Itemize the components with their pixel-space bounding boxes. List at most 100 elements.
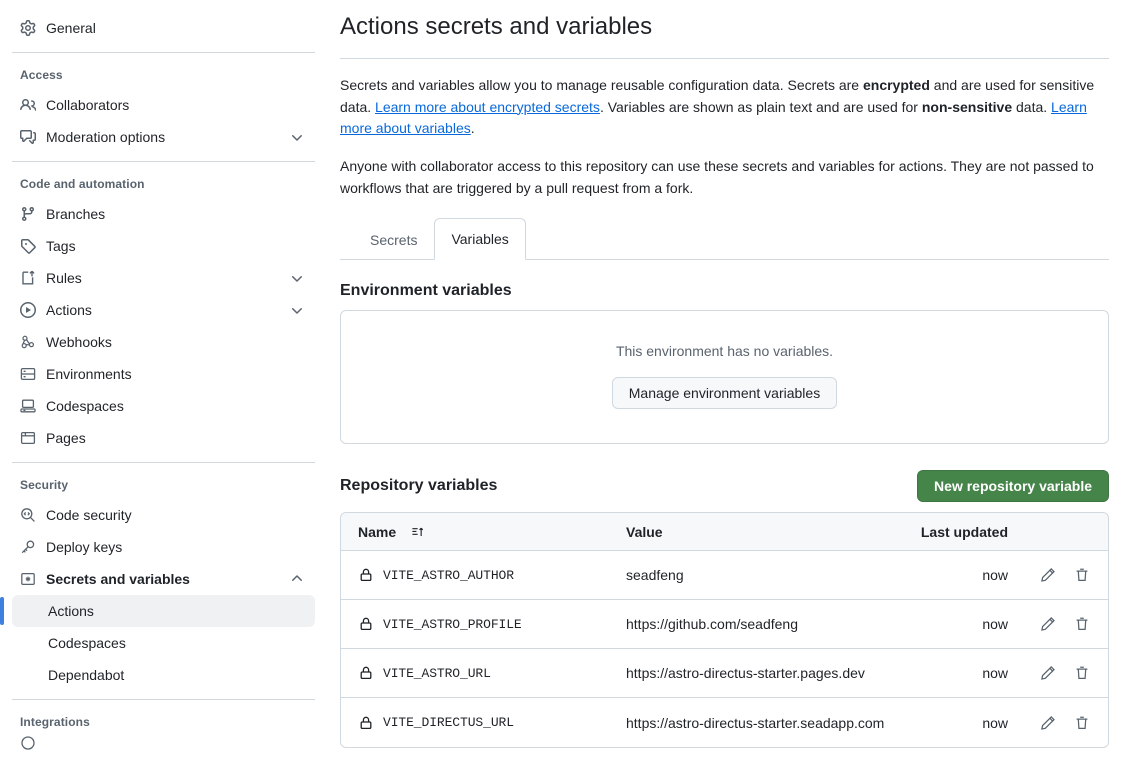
table-row: VITE_DIRECTUS_URL https://astro-directus… xyxy=(341,698,1108,747)
browser-icon xyxy=(20,430,36,446)
variable-name-cell: VITE_ASTRO_URL xyxy=(341,665,626,681)
environment-variables-title: Environment variables xyxy=(340,282,1109,300)
intro-text-5: . xyxy=(471,120,475,136)
sidebar-item-deploy-keys[interactable]: Deploy keys xyxy=(12,531,315,563)
sidebar-divider xyxy=(12,462,315,463)
variable-name-cell: VITE_ASTRO_AUTHOR xyxy=(341,567,626,583)
sidebar-divider xyxy=(12,161,315,162)
sidebar-item-label: Rules xyxy=(46,268,279,288)
repository-variables-table: Name Value Last updated VITE_ASTRO_AUTHO… xyxy=(340,512,1109,748)
sidebar-item-secrets-and-variables[interactable]: Secrets and variables xyxy=(12,563,315,595)
sidebar-subitem-codespaces[interactable]: Codespaces xyxy=(12,627,315,659)
sidebar-item-branches[interactable]: Branches xyxy=(12,198,315,230)
comment-discussion-icon xyxy=(20,129,36,145)
new-repository-variable-button[interactable]: New repository variable xyxy=(917,470,1109,502)
pencil-icon[interactable] xyxy=(1040,715,1056,731)
rules-icon xyxy=(20,270,36,286)
sidebar-item-collaborators[interactable]: Collaborators xyxy=(12,89,315,121)
variable-name: VITE_DIRECTUS_URL xyxy=(383,715,514,730)
sidebar-item-label: Code security xyxy=(46,505,307,525)
manage-environment-variables-button[interactable]: Manage environment variables xyxy=(612,377,837,409)
variable-last-updated: now xyxy=(888,616,1008,632)
sidebar-item-codespaces[interactable]: Codespaces xyxy=(12,390,315,422)
settings-page: General Access Collaborators Moderation … xyxy=(0,0,1129,758)
sidebar-item-actions[interactable]: Actions xyxy=(12,294,315,326)
title-divider xyxy=(340,58,1109,59)
codescan-icon xyxy=(20,507,36,523)
tab-variables[interactable]: Variables xyxy=(434,218,525,260)
sidebar-item-label: Actions xyxy=(46,300,279,320)
variable-name: VITE_ASTRO_PROFILE xyxy=(383,617,522,632)
variable-name-cell: VITE_DIRECTUS_URL xyxy=(341,715,626,731)
secrets-variables-tablist: Secrets Variables xyxy=(340,219,1109,260)
learn-more-encrypted-secrets-link[interactable]: Learn more about encrypted secrets xyxy=(375,99,600,115)
page-title: Actions secrets and variables xyxy=(340,12,1109,42)
sidebar-subitem-label: Dependabot xyxy=(48,667,124,683)
sidebar-item-label: Deploy keys xyxy=(46,537,307,557)
lock-icon xyxy=(358,715,374,731)
chevron-down-icon[interactable] xyxy=(289,302,305,318)
environment-variables-empty-state: This environment has no variables. Manag… xyxy=(340,310,1109,444)
sidebar-item-label: Moderation options xyxy=(46,127,279,147)
sidebar-item-label: Webhooks xyxy=(46,332,307,352)
trash-icon[interactable] xyxy=(1074,715,1090,731)
sort-asc-icon[interactable] xyxy=(411,525,425,539)
sidebar-section-code-and-automation: Code and automation xyxy=(12,170,315,198)
variable-last-updated: now xyxy=(888,665,1008,681)
sidebar-subitem-dependabot[interactable]: Dependabot xyxy=(12,659,315,691)
chevron-up-icon[interactable] xyxy=(289,571,305,587)
play-circle-icon xyxy=(20,302,36,318)
table-row: VITE_ASTRO_AUTHOR seadfeng now xyxy=(341,551,1108,600)
sidebar-section-access: Access xyxy=(12,61,315,89)
tag-icon xyxy=(20,238,36,254)
variable-name: VITE_ASTRO_AUTHOR xyxy=(383,568,514,583)
chevron-down-icon[interactable] xyxy=(289,270,305,286)
variable-last-updated: now xyxy=(888,567,1008,583)
sidebar-item-label: Secrets and variables xyxy=(46,569,279,589)
intro-text-4: data. xyxy=(1012,99,1051,115)
intro-bold-encrypted: encrypted xyxy=(863,77,930,93)
row-actions xyxy=(1008,665,1108,681)
sidebar-item-rules[interactable]: Rules xyxy=(12,262,315,294)
trash-icon[interactable] xyxy=(1074,567,1090,583)
variable-value: https://github.com/seadfeng xyxy=(626,616,888,632)
lock-icon xyxy=(358,616,374,632)
table-row: VITE_ASTRO_PROFILE https://github.com/se… xyxy=(341,600,1108,649)
sidebar-section-security: Security xyxy=(12,471,315,499)
sidebar-item-moderation-options[interactable]: Moderation options xyxy=(12,121,315,153)
collaborator-note: Anyone with collaborator access to this … xyxy=(340,156,1109,199)
sidebar-item-label: Collaborators xyxy=(46,95,307,115)
sidebar-item-environments[interactable]: Environments xyxy=(12,358,315,390)
sidebar-subitem-actions[interactable]: Actions xyxy=(12,595,315,627)
sidebar-item-partial-cutoff[interactable] xyxy=(12,736,315,750)
variable-value: https://astro-directus-starter.seadapp.c… xyxy=(626,715,888,731)
repository-variables-title: Repository variables xyxy=(340,477,497,495)
sidebar-item-tags[interactable]: Tags xyxy=(12,230,315,262)
gear-icon xyxy=(20,20,36,36)
intro-text-3: . Variables are shown as plain text and … xyxy=(600,99,922,115)
trash-icon[interactable] xyxy=(1074,665,1090,681)
pencil-icon[interactable] xyxy=(1040,567,1056,583)
sidebar-item-general[interactable]: General xyxy=(12,12,315,44)
chevron-down-icon[interactable] xyxy=(289,129,305,145)
sidebar-divider xyxy=(12,52,315,53)
lock-icon xyxy=(358,567,374,583)
column-header-last-updated: Last updated xyxy=(888,524,1008,540)
variable-name: VITE_ASTRO_URL xyxy=(383,666,491,681)
server-icon xyxy=(20,366,36,382)
tab-secrets[interactable]: Secrets xyxy=(353,219,434,260)
pencil-icon[interactable] xyxy=(1040,616,1056,632)
trash-icon[interactable] xyxy=(1074,616,1090,632)
variable-value: seadfeng xyxy=(626,567,888,583)
sidebar-subitem-label: Codespaces xyxy=(48,635,126,651)
webhook-icon xyxy=(20,334,36,350)
repository-variables-header-row: Repository variables New repository vari… xyxy=(340,470,1109,502)
lock-icon xyxy=(358,665,374,681)
table-header-row: Name Value Last updated xyxy=(341,513,1108,551)
sidebar-item-code-security[interactable]: Code security xyxy=(12,499,315,531)
column-header-name[interactable]: Name xyxy=(341,524,626,540)
sidebar-item-label: Environments xyxy=(46,364,307,384)
pencil-icon[interactable] xyxy=(1040,665,1056,681)
sidebar-item-pages[interactable]: Pages xyxy=(12,422,315,454)
sidebar-item-webhooks[interactable]: Webhooks xyxy=(12,326,315,358)
